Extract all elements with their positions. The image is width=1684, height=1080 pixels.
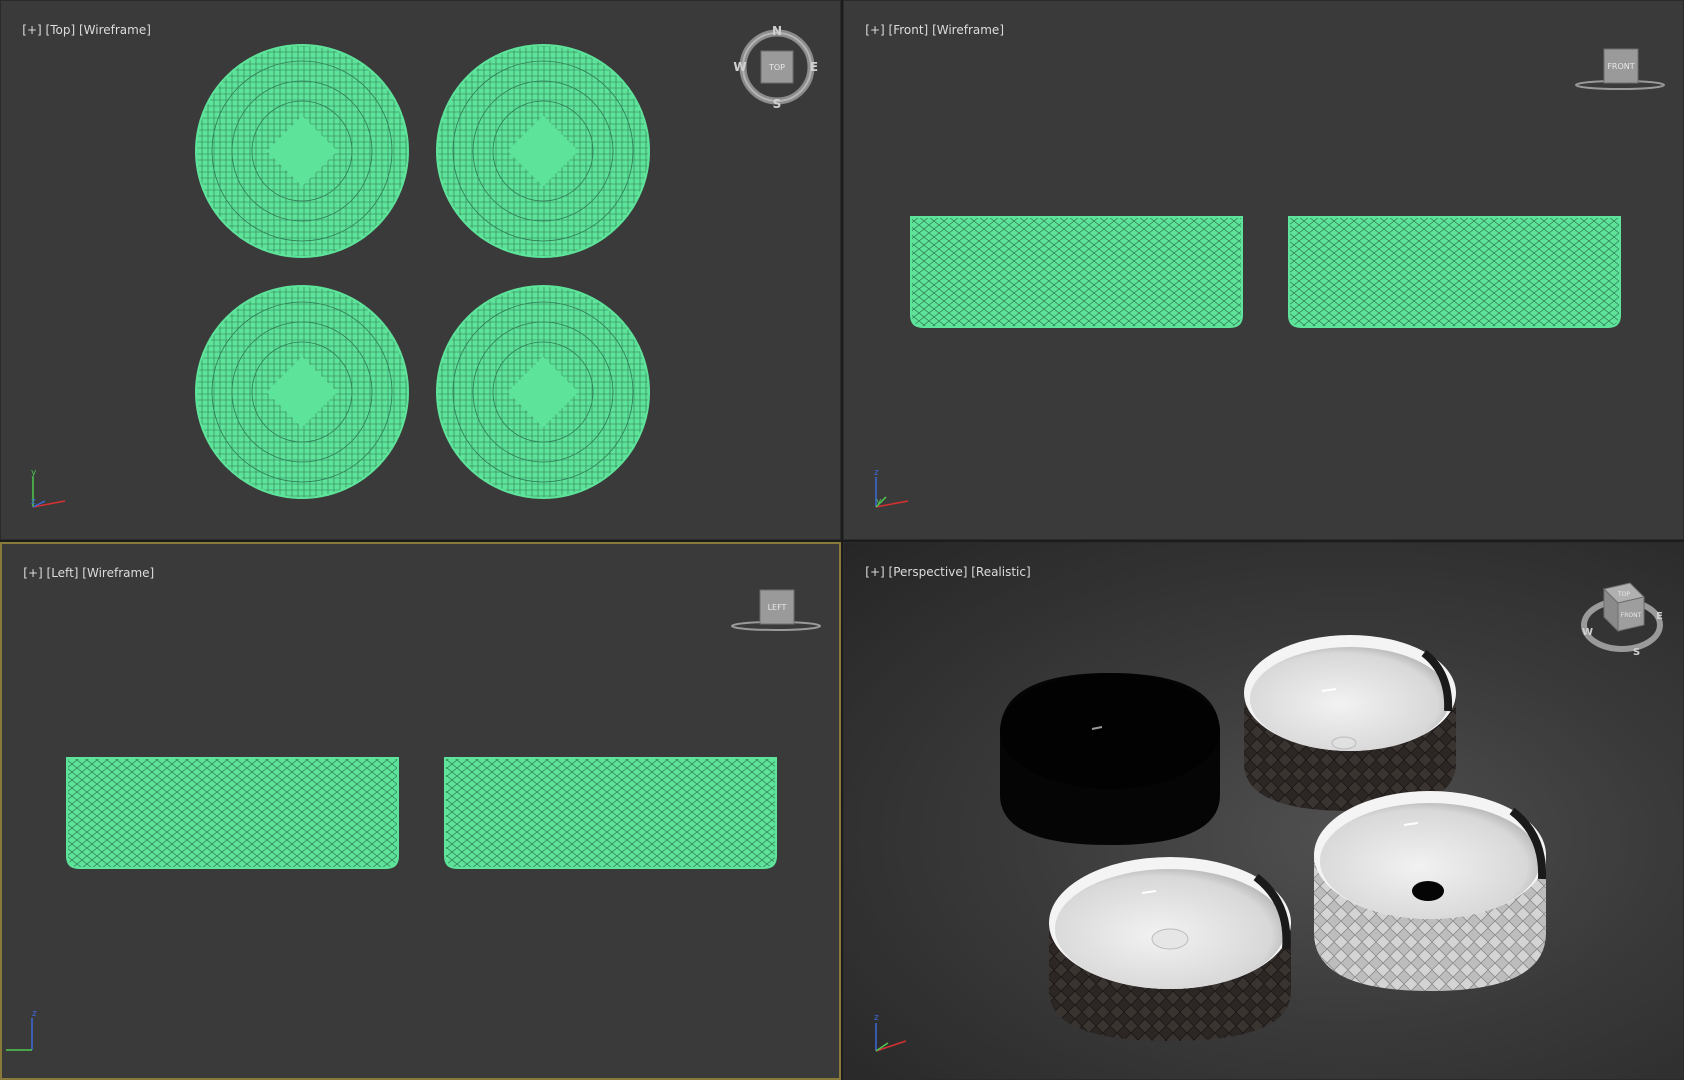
viewcube[interactable]: FRONT (1575, 48, 1665, 90)
axis-tripod-icon: z (874, 1013, 907, 1052)
viewport-plus-menu[interactable]: [+] (865, 565, 884, 579)
sink-wireframe-top[interactable] (195, 285, 409, 499)
compass-south: S (773, 97, 782, 111)
perspective-view-canvas: TOP FRONT E W S z (874, 582, 1663, 1052)
sink-wireframe-front[interactable] (910, 216, 1243, 328)
viewcube[interactable]: LEFT (731, 589, 821, 631)
front-view-canvas: FRONT z y (874, 48, 1665, 508)
viewport-view-menu[interactable]: [Left] (47, 566, 79, 580)
sink-wireframe-left[interactable] (444, 757, 777, 869)
viewcube-face-label: LEFT (768, 603, 787, 612)
compass-east: E (810, 60, 818, 74)
viewport-label: [+] [Left] [Wireframe] (8, 552, 154, 594)
viewport-plus-menu[interactable]: [+] (865, 23, 884, 37)
sink-quilted-dark-rendered[interactable] (1244, 635, 1456, 811)
axis-label: z (31, 497, 36, 507)
viewport-view-menu[interactable]: [Perspective] (889, 565, 968, 579)
viewport-view-menu[interactable]: [Top] (46, 23, 76, 37)
viewport-label: [+] [Perspective] [Realistic] (850, 551, 1030, 593)
axis-label: y (876, 497, 882, 507)
compass-west: W (1582, 627, 1593, 638)
viewcube[interactable]: TOP FRONT E W S (1581, 582, 1663, 658)
viewcube-face-label: TOP (1617, 591, 1630, 598)
viewport-label: [+] [Front] [Wireframe] (850, 9, 1004, 51)
compass-south: S (1633, 647, 1640, 658)
viewport-shading-menu[interactable]: [Wireframe] (932, 23, 1004, 37)
axis-tripod-icon: y z (31, 468, 66, 508)
viewport-shading-menu[interactable]: [Wireframe] (82, 566, 154, 580)
viewport-shading-menu[interactable]: [Realistic] (971, 565, 1030, 579)
sink-wireframe-top[interactable] (436, 44, 650, 258)
viewport-plus-menu[interactable]: [+] (22, 23, 41, 37)
left-view-canvas: LEFT z (6, 589, 821, 1051)
viewport-plus-menu[interactable]: [+] (23, 566, 42, 580)
axis-label: y (31, 468, 37, 478)
viewport-shading-menu[interactable]: [Wireframe] (79, 23, 151, 37)
viewcube-face-label: FRONT (1607, 62, 1634, 71)
viewcube-face-label: TOP (768, 63, 785, 72)
viewport-label: [+] [Top] [Wireframe] (7, 9, 151, 51)
compass-east: E (1656, 611, 1663, 622)
sink-quilted-dark-rendered[interactable] (1049, 857, 1291, 1041)
sink-wireframe-top[interactable] (436, 285, 650, 499)
sink-wireframe-left[interactable] (66, 757, 399, 869)
viewport-left[interactable]: LEFT z [+] [Left] [Wireframe] (0, 542, 841, 1080)
viewport-front[interactable]: FRONT z y [+] [Front] [Wireframe] (843, 0, 1684, 540)
viewcube-face-label: FRONT (1621, 612, 1642, 619)
axis-tripod-icon: z (6, 1009, 37, 1051)
axis-tripod-icon: z y (874, 468, 909, 508)
axis-label: z (874, 1013, 879, 1023)
axis-label: z (874, 468, 879, 478)
compass-north: N (772, 24, 782, 38)
sink-black-rendered[interactable] (1000, 673, 1220, 845)
axis-label: z (32, 1009, 37, 1019)
compass-west: W (733, 60, 746, 74)
viewport-top[interactable]: TOP N S E W y z [+] [Top] [Wireframe] (0, 0, 841, 540)
sink-wireframe-front[interactable] (1288, 216, 1621, 328)
sink-wireframe-top[interactable] (195, 44, 409, 258)
viewport-perspective[interactable]: TOP FRONT E W S z [+] [Perspective] [Rea… (843, 542, 1684, 1080)
viewcube-compass[interactable]: TOP N S E W (733, 24, 818, 111)
viewport-view-menu[interactable]: [Front] (889, 23, 929, 37)
sink-quilted-white-rendered[interactable] (1314, 791, 1547, 991)
top-view-canvas: TOP N S E W y z (31, 24, 818, 508)
